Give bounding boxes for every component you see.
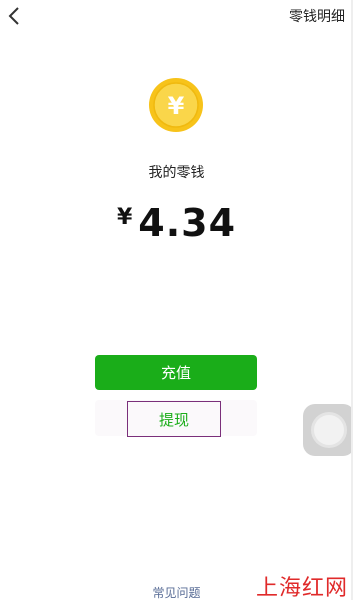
chevron-left-icon — [8, 7, 19, 25]
svg-text:¥: ¥ — [168, 92, 185, 120]
balance-amount: ¥4.34 — [0, 196, 353, 253]
currency-symbol: ¥ — [116, 205, 133, 230]
recharge-button[interactable]: 充值 — [95, 355, 257, 390]
yen-coin-icon: ¥ — [148, 77, 204, 133]
balance-value: 4.34 — [138, 201, 237, 245]
balance-label: 我的零钱 — [148, 165, 205, 181]
header-bar: 零钱明细 — [0, 0, 353, 34]
back-button[interactable] — [2, 2, 26, 30]
assistive-touch-button[interactable] — [303, 404, 353, 456]
withdraw-button[interactable]: 提现 — [127, 401, 221, 437]
assistive-touch-icon — [314, 415, 344, 445]
wallet-change-screen: 零钱明细 ¥ 我的零钱 ¥4.34 充值 提现 常见问题 上海红网 — [0, 0, 353, 601]
change-details-link[interactable]: 零钱明细 — [289, 6, 345, 26]
watermark-text: 上海红网 — [255, 576, 348, 601]
